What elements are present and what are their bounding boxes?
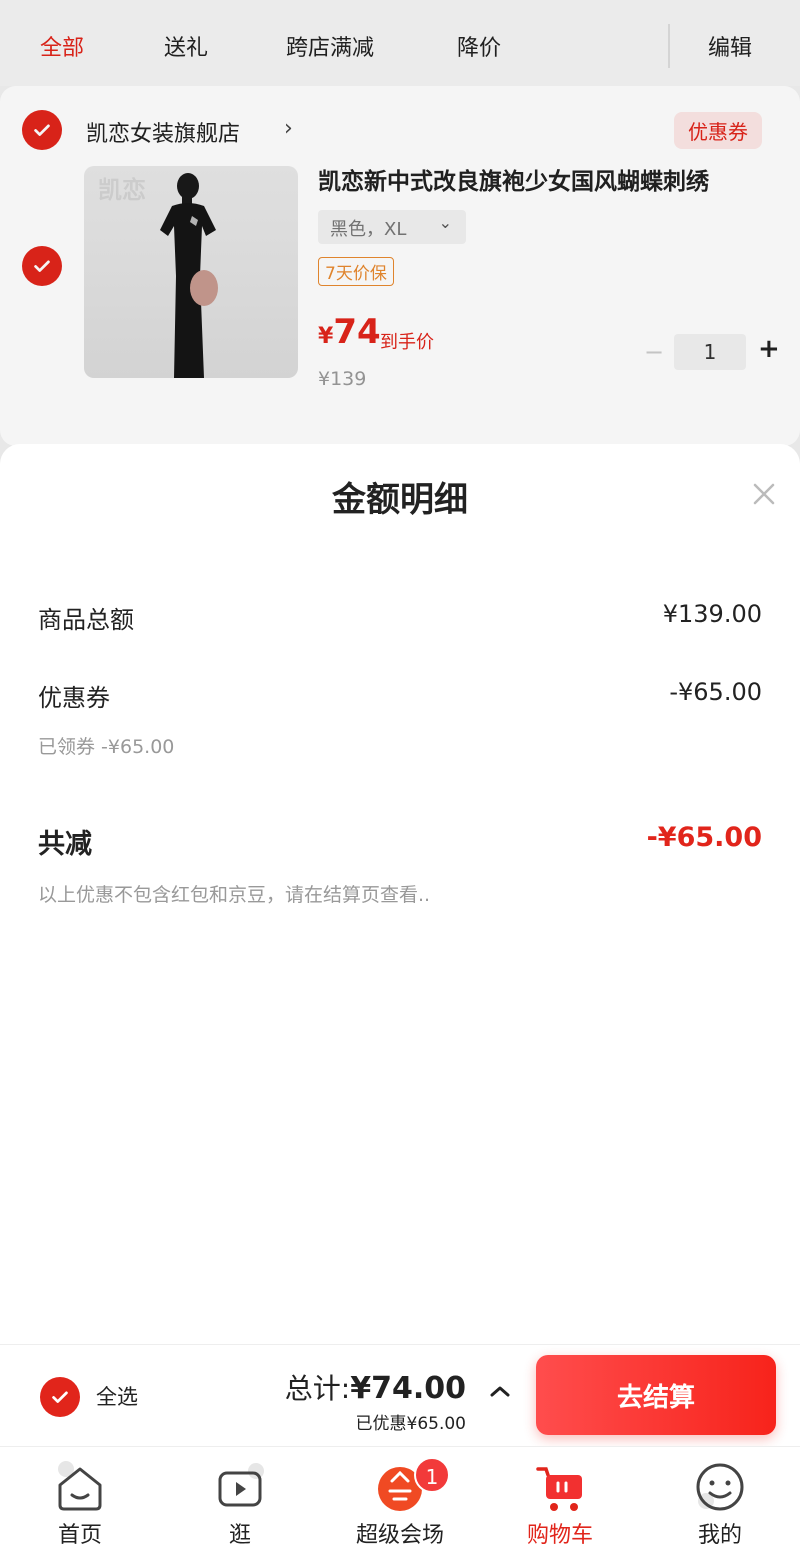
amount-detail-sheet: 金额明细 商品总额 ¥139.00 优惠券 -¥65.00 已领券 -¥65.0… [0,444,800,1344]
tabbar-label-promo: 超级会场 [355,1523,444,1548]
profile-icon [696,1463,744,1511]
tabbar-item-profile[interactable]: 我的 [640,1447,800,1558]
quantity-input[interactable]: 1 [674,334,746,370]
cart-icon [536,1467,582,1511]
final-price: ¥74 [318,312,381,352]
coupon-label: 优惠券 [38,684,110,712]
video-icon [218,1463,264,1507]
edit-button[interactable]: 编辑 [708,30,752,62]
quantity-decrement-button[interactable]: − [644,338,664,366]
shop-select-checkbox[interactable] [22,110,62,150]
checkmark-icon [52,1391,68,1403]
product-select-checkbox[interactable] [22,246,62,286]
price-protect-badge: 7天价保 [318,257,394,286]
price-tag-label: 到手价 [380,332,434,353]
bottom-tabbar: 首页 逛 超级会场 1 购物车 我的 [0,1446,800,1558]
total-amount: ¥74.00 [350,1371,466,1406]
product-title[interactable]: 凯恋新中式改良旗袍少女国风蝴蝶刺绣 [318,162,709,196]
quantity-increment-button[interactable]: + [758,334,780,364]
tab-cross-store-discount[interactable]: 跨店满减 [286,30,374,62]
spec-selector[interactable]: 黑色，XL ⌄ [318,210,466,244]
tabbar-label-cart: 购物车 [526,1523,593,1548]
price-currency: ¥ [318,324,334,349]
tabbar-label-explore: 逛 [228,1523,251,1548]
total-line: 总计:¥74.00 [285,1367,466,1407]
checkmark-icon [34,260,50,272]
select-all-checkbox[interactable] [40,1377,80,1417]
checkout-bar: 全选 总计:¥74.00 已优惠¥65.00 去结算 [0,1344,800,1446]
checkmark-icon [34,124,50,136]
tab-price-drop[interactable]: 降价 [457,30,501,62]
close-icon[interactable] [750,480,778,508]
discount-note: 以上优惠不包含红包和京豆，请在结算页查看.. [38,884,431,906]
tabbar-label-home: 首页 [57,1523,102,1548]
product-image[interactable]: 凯恋 [84,166,298,378]
tabbar-item-explore[interactable]: 逛 [160,1447,320,1558]
promo-notification-badge: 1 [414,1457,450,1493]
coupon-tag[interactable]: 优惠券 [674,112,762,149]
tab-divider [668,24,670,68]
chevron-down-icon: ⌄ [438,213,452,232]
total-prefix: 总计: [284,1372,351,1405]
tab-all[interactable]: 全部 [40,30,84,62]
tabbar-label-profile: 我的 [697,1523,742,1548]
tabbar-item-home[interactable]: 首页 [0,1447,160,1558]
top-tabs: 全部 送礼 跨店满减 降价 编辑 [0,0,800,86]
original-price: ¥139 [318,368,367,390]
shop-name[interactable]: 凯恋女装旗舰店 [86,116,240,148]
goods-total-value: ¥139.00 [662,600,762,628]
home-icon [58,1461,102,1511]
select-all-label[interactable]: 全选 [96,1381,138,1411]
shop-card: 凯恋女装旗舰店 › 优惠券 凯恋 凯恋新中式改良旗袍少女国风蝴蝶刺绣 黑色，XL… [0,86,800,446]
tab-gift[interactable]: 送礼 [164,30,208,62]
total-reduction-label: 共减 [38,829,92,860]
spec-value: 黑色，XL [330,219,407,240]
coupon-value: -¥65.00 [669,678,762,706]
chevron-right-icon[interactable]: › [284,116,293,141]
sheet-title: 金额明细 [332,480,468,520]
tabbar-item-cart[interactable]: 购物车 [480,1447,640,1558]
image-watermark: 凯恋 [98,176,146,204]
checkout-button[interactable]: 去结算 [536,1355,776,1435]
coupon-claimed-detail: 已领券 -¥65.00 [38,736,175,758]
discount-summary: 已优惠¥65.00 [355,1414,466,1434]
chevron-up-icon[interactable] [488,1383,512,1399]
goods-total-label: 商品总额 [38,606,134,634]
price-value: 74 [333,312,381,352]
tabbar-item-promo[interactable]: 超级会场 [320,1447,480,1558]
total-reduction-value: -¥65.00 [646,822,762,853]
